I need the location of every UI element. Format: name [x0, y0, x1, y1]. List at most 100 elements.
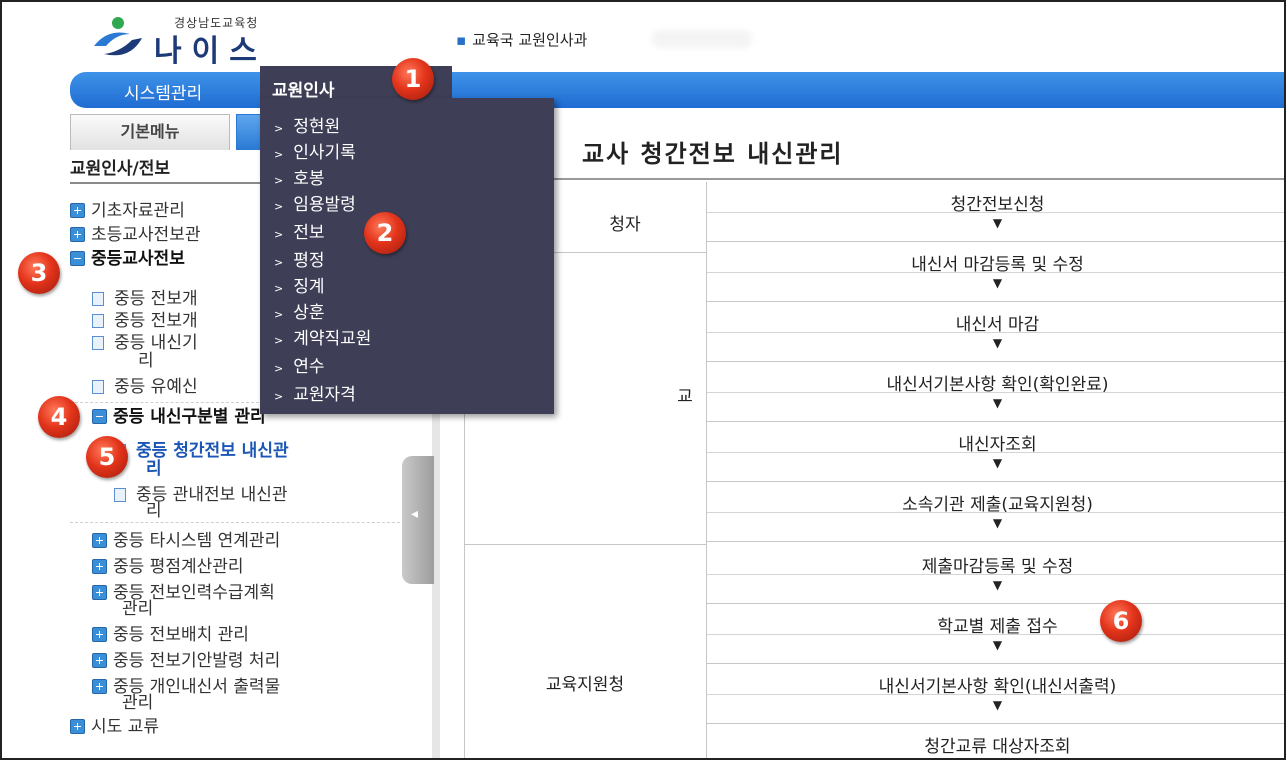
- tree-local-transfer[interactable]: 중등 관내전보 내신관: [114, 486, 288, 504]
- expand-icon: [70, 203, 85, 218]
- sidebar-collapse-handle[interactable]: ◂: [402, 456, 434, 584]
- flow-step: 학교별 제출 접수 ▼: [707, 604, 1284, 664]
- step-badge-5: 5: [86, 436, 128, 478]
- department-label: ▪ 교육국 교원인사과: [456, 29, 587, 50]
- arrow-down-icon: ▼: [992, 336, 1003, 350]
- tree-elementary-transfer[interactable]: 초등교사전보관: [70, 226, 200, 244]
- tree-province-exchange[interactable]: 시도 교류: [70, 718, 159, 736]
- chevron-right-icon: >: [274, 282, 284, 295]
- menu-item-qualification[interactable]: > 교원자격: [274, 380, 356, 405]
- menu-item-evaluation[interactable]: > 평정: [274, 246, 325, 271]
- chevron-right-icon: >: [274, 308, 284, 321]
- role-cell-education-office: 교육지원청: [545, 675, 625, 695]
- tree-basic-data[interactable]: 기초자료관리: [70, 202, 185, 220]
- tree-workforce-plan[interactable]: 중등 전보인력수급계획: [92, 584, 275, 602]
- tree-transfer-open-1[interactable]: 중등 전보개: [92, 290, 198, 308]
- flow-step: 내신서기본사항 확인(확인완료) ▼: [707, 362, 1284, 422]
- arrow-down-icon: ▼: [992, 396, 1003, 410]
- expand-icon: [70, 719, 85, 734]
- redacted-area: [652, 30, 752, 48]
- department-text: 교육국 교원인사과: [472, 31, 588, 49]
- menu-item-staffing[interactable]: > 정현원: [274, 112, 340, 137]
- flow-step: 내신서기본사항 확인(내신서출력) ▼: [707, 664, 1284, 724]
- tree-wrap-text: 리: [146, 501, 162, 521]
- step-badge-1: 1: [392, 58, 434, 100]
- expand-icon: [92, 653, 107, 668]
- tree-other-system-link[interactable]: 중등 타시스템 연계관리: [92, 532, 280, 550]
- chevron-right-icon: >: [274, 362, 284, 375]
- tree-wrap-text: 관리: [122, 599, 154, 619]
- menu-item-personnel-record[interactable]: > 인사기록: [274, 138, 356, 163]
- topnav-system-admin[interactable]: 시스템관리: [124, 79, 202, 104]
- arrow-down-icon: ▼: [992, 276, 1003, 290]
- collapse-icon: [70, 251, 85, 266]
- bullet-icon: ▪: [456, 31, 467, 49]
- expand-icon: [70, 227, 85, 242]
- tree-personal-output[interactable]: 중등 개인내신서 출력물: [92, 678, 280, 696]
- document-icon: [92, 380, 104, 394]
- document-icon: [92, 292, 104, 306]
- arrow-down-icon: ▼: [992, 698, 1003, 712]
- top-nav: 시스템관리: [70, 72, 1284, 108]
- tree-wrap-text: 리: [138, 351, 154, 371]
- tree-secondary-transfer[interactable]: 중등교사전보: [70, 250, 185, 268]
- tree-application-record[interactable]: 중등 내신기: [92, 334, 198, 352]
- chevron-right-icon: >: [274, 148, 284, 161]
- page-title: 교사 청간전보 내신관리: [582, 140, 844, 168]
- header: 경상남도교육청 나이스 ▪ 교육국 교원인사과: [4, 4, 1284, 72]
- step-badge-2: 2: [364, 212, 406, 254]
- arrow-down-icon: ▼: [992, 578, 1003, 592]
- tree-deferral-application[interactable]: 중등 유예신: [92, 378, 198, 396]
- expand-icon: [92, 533, 107, 548]
- teacher-hr-dropdown: > 정현원 > 인사기록 > 호봉 > 임용발령 > 전보 > 평정 > 징계 > 상훈 > 계약…: [260, 98, 554, 414]
- menu-item-contract-teacher[interactable]: > 계약직교원: [274, 324, 371, 349]
- tree-intercity-transfer-selected[interactable]: 중등 청간전보 내신관: [114, 442, 289, 460]
- tree-separator: [70, 522, 410, 523]
- arrow-down-icon: ▼: [992, 638, 1003, 652]
- flow-step: 제출마감등록 및 수정 ▼: [707, 544, 1284, 604]
- sidebar-title: 교원인사/전보: [70, 159, 171, 179]
- flow-step: 내신서 마감 ▼: [707, 302, 1284, 362]
- flow-step: 청간교류 대상자조회: [924, 737, 1071, 757]
- arrow-left-icon: ◂: [411, 506, 419, 522]
- menu-item-awards[interactable]: > 상훈: [274, 298, 325, 323]
- menu-item-salary-step[interactable]: > 호봉: [274, 164, 325, 189]
- tree-category-management[interactable]: 중등 내신구분별 관리: [92, 408, 266, 426]
- chevron-right-icon: >: [274, 174, 284, 187]
- tree-transfer-placement[interactable]: 중등 전보배치 관리: [92, 626, 249, 644]
- tree-wrap-text: 리: [146, 459, 162, 479]
- flow-step: 청간전보신청 ▼: [707, 182, 1284, 242]
- expand-icon: [92, 559, 107, 574]
- title-underline: [442, 178, 1284, 180]
- role-divider: [464, 544, 706, 545]
- flow-step: 내신자조회 ▼: [707, 422, 1284, 482]
- chevron-right-icon: >: [274, 256, 284, 269]
- flow-table: 청자 교 교육지원청 청간전보신청 ▼ 내신서 마감등록 및 수정 ▼ 내신서 마감…: [464, 182, 1284, 758]
- document-icon: [92, 314, 104, 328]
- document-icon: [92, 336, 104, 350]
- chevron-right-icon: >: [274, 334, 284, 347]
- neis-logo-icon: [94, 17, 142, 56]
- expand-icon: [92, 585, 107, 600]
- menu-item-discipline[interactable]: > 징계: [274, 272, 325, 297]
- arrow-down-icon: ▼: [992, 216, 1003, 230]
- document-icon: [114, 488, 126, 502]
- chevron-right-icon: >: [274, 200, 284, 213]
- chevron-right-icon: >: [274, 228, 284, 241]
- menu-item-transfer[interactable]: > 전보: [274, 218, 325, 243]
- menu-item-appointment[interactable]: > 임용발령: [274, 190, 356, 215]
- tree-transfer-open-2[interactable]: 중등 전보개: [92, 312, 198, 330]
- screenshot-frame: 경상남도교육청 나이스 ▪ 교육국 교원인사과 시스템관리 교원인사 기본메뉴 교…: [0, 0, 1286, 760]
- flow-step: 내신서 마감등록 및 수정 ▼: [707, 242, 1284, 302]
- arrow-down-icon: ▼: [992, 516, 1003, 530]
- collapse-icon: [92, 409, 107, 424]
- menu-item-training[interactable]: > 연수: [274, 352, 325, 377]
- expand-icon: [92, 679, 107, 694]
- tree-draft-appointment[interactable]: 중등 전보기안발령 처리: [92, 652, 280, 670]
- tree-score-calculation[interactable]: 중등 평점계산관리: [92, 558, 244, 576]
- arrow-down-icon: ▼: [992, 456, 1003, 470]
- tab-basic-menu[interactable]: 기본메뉴: [70, 114, 230, 150]
- flow-step: 소속기관 제출(교육지원청) ▼: [707, 482, 1284, 542]
- step-badge-6: 6: [1100, 600, 1142, 642]
- tree-wrap-text: 관리: [122, 693, 154, 713]
